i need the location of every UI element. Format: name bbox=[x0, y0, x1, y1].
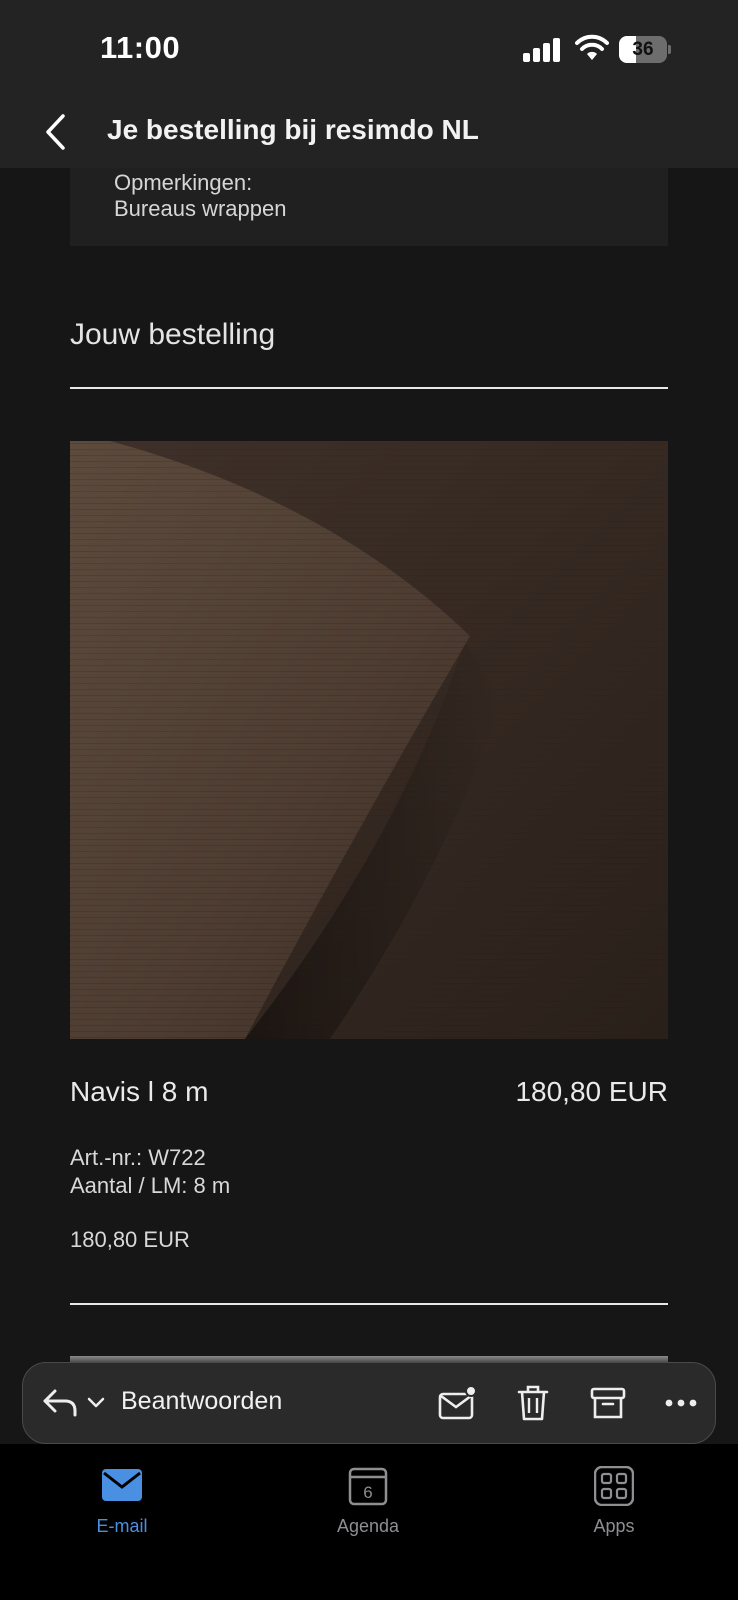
calendar-day: 6 bbox=[363, 1483, 372, 1502]
product-image[interactable] bbox=[70, 441, 668, 1039]
trash-icon[interactable] bbox=[513, 1382, 553, 1424]
product-price: 180,80 EUR bbox=[515, 1076, 668, 1107]
tab-label: Agenda bbox=[336, 1516, 400, 1536]
tab-agenda[interactable]: 6 Agenda bbox=[308, 1466, 428, 1546]
nav-bar: Je bestelling bij resimdo NL bbox=[0, 96, 738, 168]
reply-icon[interactable] bbox=[41, 1383, 79, 1423]
cellular-signal-icon bbox=[523, 38, 563, 62]
product-name: Navis l 8 m bbox=[70, 1076, 209, 1107]
tab-apps[interactable]: Apps bbox=[554, 1466, 674, 1546]
tab-label: E-mail bbox=[96, 1516, 148, 1536]
message-action-bar: Beantwoorden bbox=[22, 1362, 716, 1444]
item-subtotal: 180,80 EUR bbox=[70, 1227, 190, 1252]
email-subject-title: Je bestelling bij resimdo NL bbox=[107, 114, 479, 145]
divider bbox=[70, 387, 668, 389]
tab-label: Apps bbox=[593, 1516, 635, 1536]
battery-icon: 36 bbox=[619, 36, 671, 63]
remarks-box: Opmerkingen: Bureaus wrappen bbox=[70, 168, 668, 246]
quantity: Aantal / LM: 8 m bbox=[70, 1173, 231, 1198]
mark-unread-icon[interactable] bbox=[437, 1382, 477, 1424]
tab-bar: E-mail 6 Agenda Apps bbox=[0, 1444, 738, 1600]
apps-grid-icon bbox=[594, 1466, 634, 1506]
divider bbox=[70, 1303, 668, 1305]
status-time: 11:00 bbox=[100, 30, 181, 65]
article-number: Art.-nr.: W722 bbox=[70, 1145, 206, 1170]
mail-icon bbox=[102, 1469, 142, 1501]
archive-icon[interactable] bbox=[588, 1382, 628, 1424]
wifi-icon bbox=[575, 34, 609, 60]
order-section-title: Jouw bestelling bbox=[70, 318, 276, 351]
battery-level: 36 bbox=[632, 39, 654, 60]
chevron-down-icon[interactable] bbox=[86, 1391, 106, 1415]
status-bar: 11:00 36 bbox=[0, 0, 738, 96]
email-body[interactable]: Opmerkingen: Bureaus wrappen Jouw bestel… bbox=[0, 168, 738, 1456]
remarks-value: Bureaus wrappen bbox=[114, 196, 287, 221]
remarks-label: Opmerkingen: bbox=[114, 170, 253, 195]
tab-email[interactable]: E-mail bbox=[62, 1466, 182, 1546]
calendar-icon: 6 bbox=[348, 1467, 388, 1506]
more-icon[interactable] bbox=[663, 1382, 699, 1424]
chevron-left-icon bbox=[46, 114, 65, 150]
back-button[interactable] bbox=[30, 108, 80, 156]
reply-button[interactable]: Beantwoorden bbox=[121, 1387, 282, 1416]
